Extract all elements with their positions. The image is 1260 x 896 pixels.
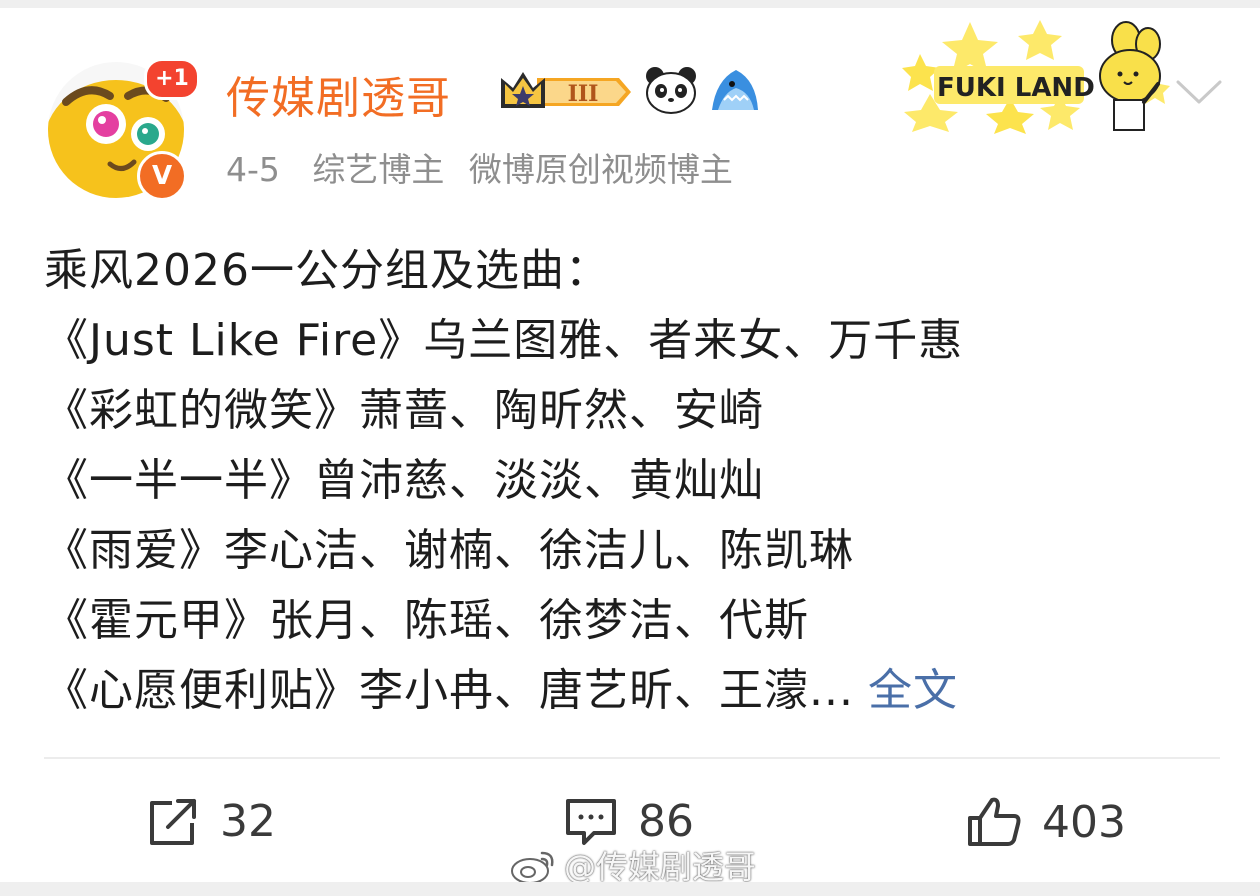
- content-line: 《雨爱》李心洁、谢楠、徐洁儿、陈凯琳: [44, 525, 854, 576]
- fuki-land-text: FUKI LAND: [937, 73, 1095, 103]
- bottom-separator: [0, 882, 1260, 896]
- chevron-down-icon[interactable]: [1174, 78, 1224, 112]
- comment-button[interactable]: 86: [564, 796, 694, 847]
- weibo-logo-icon: [511, 851, 554, 884]
- comment-count: 86: [638, 796, 694, 847]
- divider: [44, 757, 1220, 759]
- like-button[interactable]: 403: [966, 796, 1126, 848]
- fuki-land-decoration[interactable]: FUKI LAND: [900, 14, 1170, 138]
- author-tag-1: 综艺博主: [312, 150, 445, 189]
- crown-level-badge[interactable]: III: [497, 68, 635, 120]
- repost-button[interactable]: 32: [146, 796, 276, 847]
- repost-count: 32: [220, 796, 276, 847]
- notification-badge: +1: [144, 58, 200, 100]
- content-line-last: 《心愿便利贴》李小冉、唐艺昕、王濛... 全文: [44, 656, 1224, 726]
- author-tag-2: 微博原创视频博主: [468, 150, 733, 189]
- expand-full-text-link[interactable]: 全文: [868, 665, 958, 716]
- shark-icon[interactable]: [706, 66, 762, 118]
- repost-icon: [150, 798, 196, 845]
- thumbs-up-icon: [968, 797, 1021, 846]
- verified-badge: V: [137, 151, 187, 201]
- author-name[interactable]: 传媒剧透哥: [226, 62, 451, 126]
- content-line: 乘风2026一公分组及选曲：: [44, 245, 610, 296]
- like-count: 403: [1042, 796, 1126, 848]
- content-line: 《Just Like Fire》乌兰图雅、者来女、万千惠: [44, 315, 964, 366]
- content-line: 《霍元甲》张月、陈瑶、徐梦洁、代斯: [44, 595, 809, 646]
- level-text: III: [568, 81, 599, 107]
- top-separator: [0, 0, 1260, 8]
- content-line: 《一半一半》曾沛慈、淡淡、黄灿灿: [44, 455, 764, 506]
- comment-icon: [566, 798, 616, 845]
- panda-icon[interactable]: [644, 66, 698, 118]
- avatar[interactable]: +1 V: [48, 58, 200, 201]
- content-line: 《彩虹的微笑》萧蔷、陶昕然、安崎: [44, 385, 764, 436]
- post-meta: 4-5 综艺博主 微博原创视频博主: [226, 143, 755, 191]
- post-content: 乘风2026一公分组及选曲： 《Just Like Fire》乌兰图雅、者来女、…: [44, 236, 1224, 726]
- content-line-text: 《心愿便利贴》李小冉、唐艺昕、王濛...: [44, 665, 854, 716]
- post-date: 4-5: [226, 150, 280, 189]
